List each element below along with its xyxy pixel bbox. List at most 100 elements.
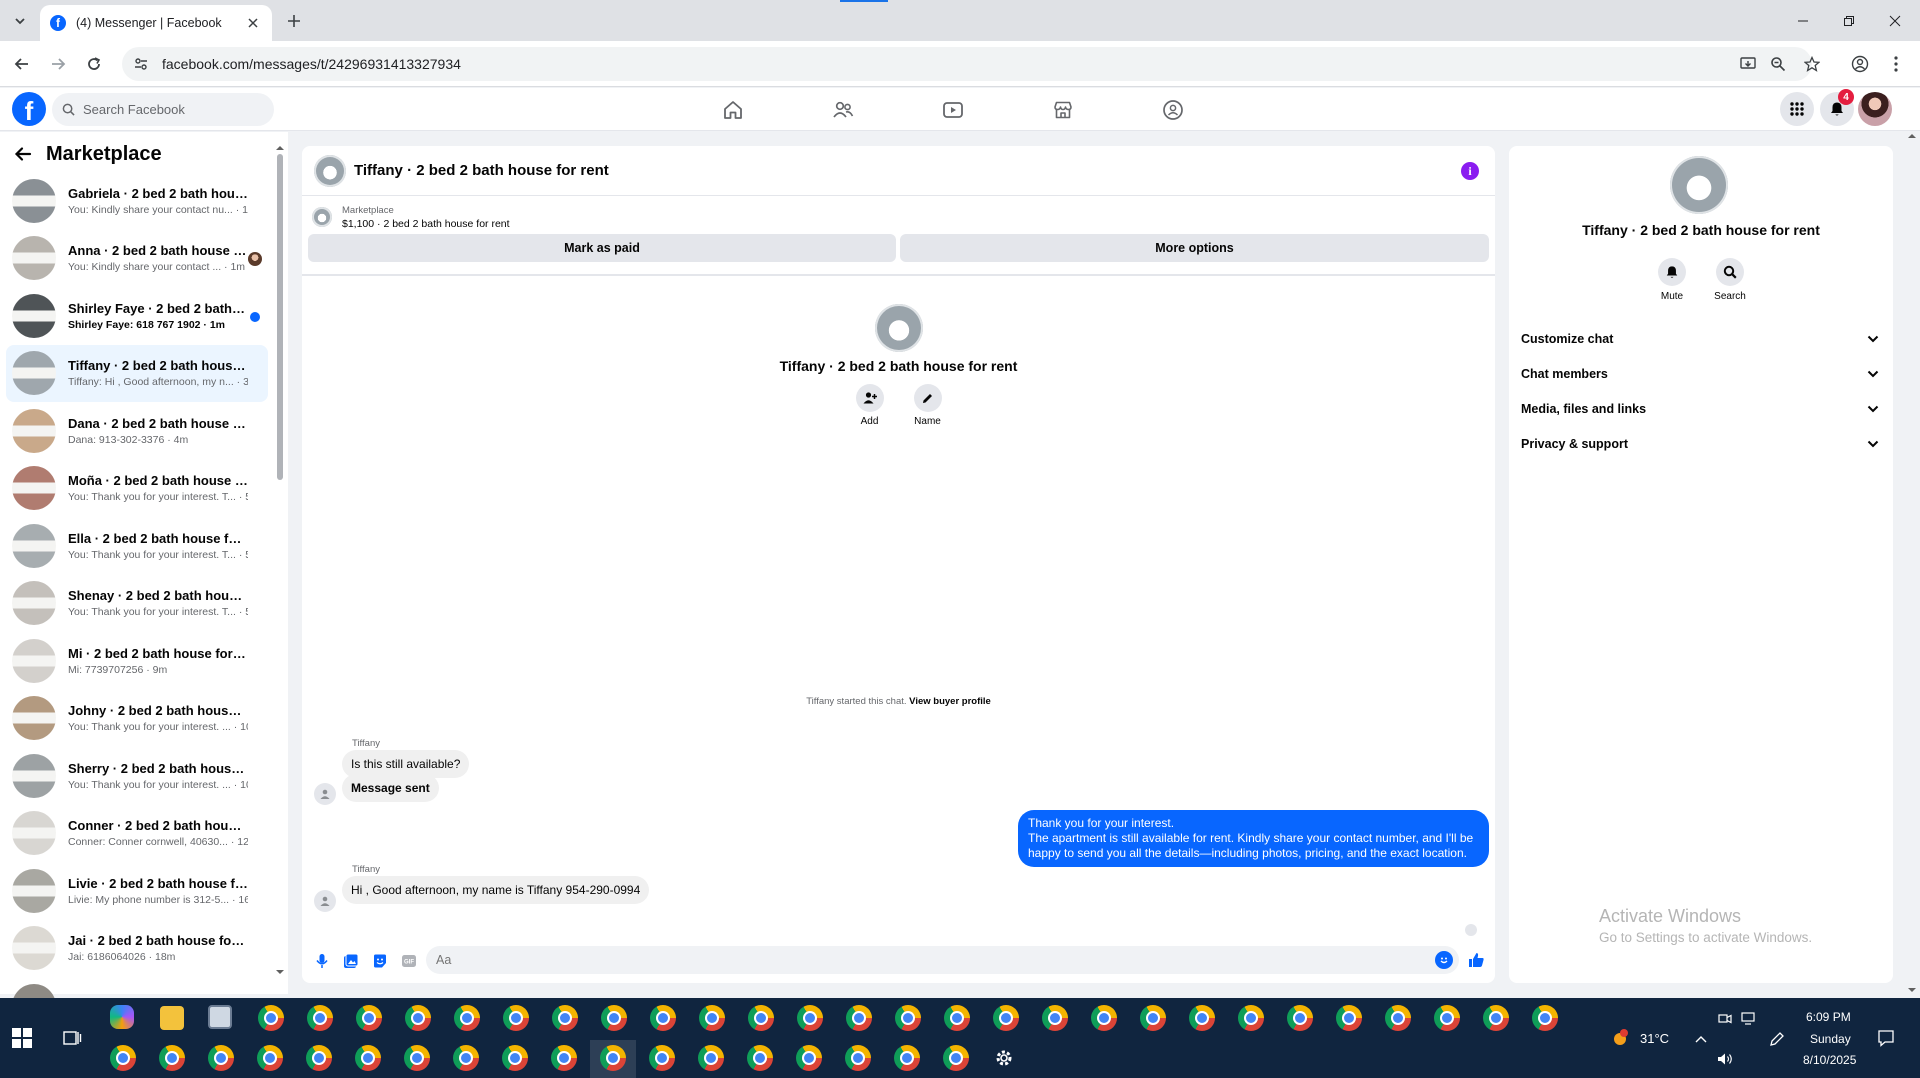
conversation-item[interactable]: Moña · 2 bed 2 bath house for r... You: T… — [6, 460, 268, 518]
chat-title[interactable]: Tiffany · 2 bed 2 bath house for rent — [354, 162, 609, 179]
notification-center-icon[interactable] — [1876, 1028, 1896, 1048]
sender-avatar-icon[interactable] — [314, 890, 336, 912]
chrome-taskbar-icon[interactable] — [1042, 1005, 1068, 1031]
chrome-taskbar-icon[interactable] — [698, 1045, 724, 1071]
bookmark-star-icon[interactable] — [1800, 52, 1824, 76]
attach-photo-icon[interactable] — [339, 949, 363, 973]
search-input[interactable] — [83, 102, 253, 117]
conversation-item[interactable]: Dana · 2 bed 2 bath house for r... Dana: … — [6, 402, 268, 460]
chrome-taskbar-icon[interactable] — [748, 1005, 774, 1031]
chrome-taskbar-icon[interactable] — [846, 1005, 872, 1031]
chrome-taskbar-icon[interactable] — [503, 1005, 529, 1031]
mute-button[interactable]: Mute — [1653, 258, 1691, 302]
file-explorer-icon[interactable] — [160, 1006, 184, 1030]
conversation-item[interactable]: Johny · 2 bed 2 bath house for r... You: … — [6, 690, 268, 748]
temperature[interactable]: 31°C — [1640, 1031, 1669, 1046]
chrome-taskbar-icon[interactable] — [356, 1005, 382, 1031]
groups-icon[interactable] — [1158, 96, 1188, 124]
chrome-taskbar-icon[interactable] — [551, 1045, 577, 1071]
copilot-icon[interactable] — [110, 1005, 134, 1029]
gif-icon[interactable]: GIF — [397, 949, 421, 973]
conversation-item[interactable]: Ella · 2 bed 2 bath house for rent You: T… — [6, 517, 268, 575]
more-options-button[interactable]: More options — [900, 234, 1489, 262]
friends-icon[interactable] — [828, 96, 858, 124]
view-buyer-profile-link[interactable]: View buyer profile — [909, 696, 991, 707]
sender-avatar-icon[interactable] — [314, 783, 336, 805]
message-input[interactable] — [436, 953, 1435, 967]
network-icon[interactable] — [1740, 1010, 1758, 1028]
page-scrollbar[interactable] — [1907, 132, 1917, 994]
site-info-icon[interactable] — [134, 57, 148, 71]
reload-icon[interactable] — [82, 52, 106, 76]
chrome-taskbar-icon[interactable] — [944, 1005, 970, 1031]
conversation-item[interactable]: Conner · 2 bed 2 bath house for... Conner… — [6, 805, 268, 863]
chrome-taskbar-icon[interactable] — [895, 1005, 921, 1031]
chrome-taskbar-icon[interactable] — [404, 1045, 430, 1071]
info-section-row[interactable]: Customize chat — [1519, 324, 1883, 354]
sidebar-scrollbar[interactable] — [275, 144, 285, 976]
sticker-icon[interactable] — [368, 949, 392, 973]
chrome-taskbar-icon[interactable] — [258, 1005, 284, 1031]
microphone-icon[interactable] — [310, 949, 334, 973]
emoji-icon[interactable] — [1435, 951, 1453, 969]
chevron-down-icon[interactable] — [1867, 440, 1879, 448]
menu-grid-icon[interactable] — [1780, 92, 1814, 126]
marketplace-icon[interactable] — [1048, 96, 1078, 124]
conversation-item[interactable]: Jai · 2 bed 2 bath house for rent Jai: 61… — [6, 920, 268, 978]
chrome-taskbar-icon[interactable] — [747, 1045, 773, 1071]
forward-arrow-icon[interactable] — [46, 52, 70, 76]
conversation-item[interactable]: Mi · 2 bed 2 bath house for rent Mi: 7739… — [6, 632, 268, 690]
new-tab-plus-icon[interactable] — [282, 9, 306, 33]
install-app-icon[interactable] — [1736, 52, 1760, 76]
chrome-taskbar-icon[interactable] — [699, 1005, 725, 1031]
volume-icon[interactable] — [1716, 1050, 1734, 1068]
chrome-taskbar-icon[interactable] — [1336, 1005, 1362, 1031]
chevron-up-icon[interactable] — [1692, 1030, 1710, 1048]
address-bar[interactable]: facebook.com/messages/t/2429693141332793… — [122, 47, 1812, 81]
zoom-icon[interactable] — [1766, 52, 1790, 76]
chrome-taskbar-icon[interactable] — [1140, 1005, 1166, 1031]
conversation-item[interactable]: Sherry · 2 bed 2 bath house for ... You: … — [6, 747, 268, 805]
chrome-taskbar-icon[interactable] — [1189, 1005, 1215, 1031]
chrome-taskbar-icon[interactable] — [159, 1045, 185, 1071]
sidebar-scrollbar-thumb[interactable] — [277, 154, 283, 480]
mark-as-paid-button[interactable]: Mark as paid — [308, 234, 896, 262]
add-people-button[interactable]: Add — [852, 384, 888, 427]
settings-gear-icon[interactable] — [993, 1047, 1015, 1069]
chrome-taskbar-icon[interactable] — [894, 1045, 920, 1071]
back-arrow-icon[interactable] — [14, 145, 32, 163]
chrome-taskbar-icon[interactable] — [307, 1005, 333, 1031]
outgoing-message[interactable]: Thank you for your interest. The apartme… — [1018, 810, 1489, 867]
info-section-row[interactable]: Privacy & support — [1519, 429, 1883, 459]
chevron-down-icon[interactable] — [1867, 370, 1879, 378]
chrome-taskbar-icon[interactable] — [796, 1045, 822, 1071]
back-arrow-icon[interactable] — [10, 52, 34, 76]
message-input-wrapper[interactable] — [426, 946, 1459, 974]
conversation-item[interactable]: Anna · 2 bed 2 bath house fo... You: Kind… — [6, 230, 268, 288]
chrome-taskbar-icon[interactable] — [1238, 1005, 1264, 1031]
meet-now-icon[interactable] — [1716, 1010, 1734, 1028]
photos-app-icon[interactable] — [208, 1005, 232, 1029]
conversation-item[interactable]: Livie · 2 bed 2 bath house for rent Livie… — [6, 862, 268, 920]
chrome-taskbar-icon[interactable] — [1091, 1005, 1117, 1031]
chrome-taskbar-icon[interactable] — [797, 1005, 823, 1031]
weather-sun-icon[interactable] — [1610, 1028, 1630, 1048]
conversation-item[interactable]: Shenay · 2 bed 2 bath house for... You: T… — [6, 575, 268, 633]
browser-profile-icon[interactable] — [1848, 52, 1872, 76]
conversation-info-icon[interactable]: i — [1461, 162, 1479, 180]
restore-icon[interactable] — [1826, 0, 1872, 41]
chrome-taskbar-icon[interactable] — [257, 1045, 283, 1071]
chrome-taskbar-icon[interactable] — [110, 1045, 136, 1071]
clock-day[interactable]: Sunday — [1810, 1032, 1851, 1046]
listing-info[interactable]: Marketplace $1,100 · 2 bed 2 bath house … — [308, 200, 1489, 234]
minimize-icon[interactable] — [1780, 0, 1826, 41]
close-window-icon[interactable] — [1872, 0, 1918, 41]
facebook-logo-icon[interactable]: f — [12, 92, 46, 126]
clock-time[interactable]: 6:09 PM — [1806, 1010, 1851, 1024]
chrome-taskbar-icon[interactable] — [502, 1045, 528, 1071]
chrome-taskbar-icon[interactable] — [405, 1005, 431, 1031]
facebook-search[interactable] — [52, 93, 274, 126]
chat-avatar[interactable] — [314, 154, 346, 187]
browser-menu-icon[interactable] — [1884, 52, 1908, 76]
chrome-taskbar-icon[interactable] — [600, 1045, 626, 1071]
